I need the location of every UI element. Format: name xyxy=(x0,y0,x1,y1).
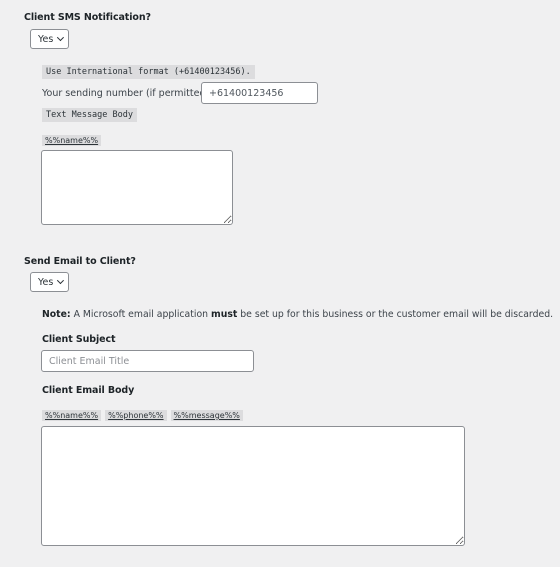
client-email-body-textarea[interactable] xyxy=(41,426,465,546)
note-text-post: be set up for this business or the custo… xyxy=(237,309,554,320)
email-tag-message[interactable]: %%message%% xyxy=(170,410,243,421)
send-email-select[interactable]: Yes xyxy=(30,272,69,292)
email-tag-list: %%name%% %%phone%% %%message%% xyxy=(42,410,243,421)
email-section-title: Send Email to Client? xyxy=(24,256,136,267)
sms-section-title: Client SMS Notification? xyxy=(24,12,151,23)
sending-number-input[interactable] xyxy=(201,82,318,104)
client-email-body-label: Client Email Body xyxy=(42,385,135,396)
email-note: Note: A Microsoft email application must… xyxy=(42,309,553,320)
note-text-bold: must xyxy=(211,309,238,320)
international-format-hint: Use International format (+61400123456). xyxy=(42,65,255,79)
sending-number-label: Your sending number (if permitted): xyxy=(42,88,213,99)
text-message-body-label: Text Message Body xyxy=(42,108,137,122)
sms-tag-list: %%name%% xyxy=(42,135,102,146)
note-text-pre: A Microsoft email application xyxy=(70,309,212,320)
chevron-down-icon xyxy=(57,34,65,41)
text-message-body-textarea[interactable] xyxy=(41,150,233,225)
sms-select-value: Yes xyxy=(38,33,54,45)
client-subject-input[interactable] xyxy=(41,350,254,372)
sms-notification-select[interactable]: Yes xyxy=(30,29,69,49)
email-tag-name[interactable]: %%name%% xyxy=(42,410,102,421)
client-subject-label: Client Subject xyxy=(42,334,116,345)
sms-tag-name[interactable]: %%name%% xyxy=(42,135,102,146)
chevron-down-icon xyxy=(57,277,65,284)
email-select-value: Yes xyxy=(38,276,54,288)
note-label: Note: xyxy=(42,309,71,320)
email-tag-phone[interactable]: %%phone%% xyxy=(105,410,167,421)
